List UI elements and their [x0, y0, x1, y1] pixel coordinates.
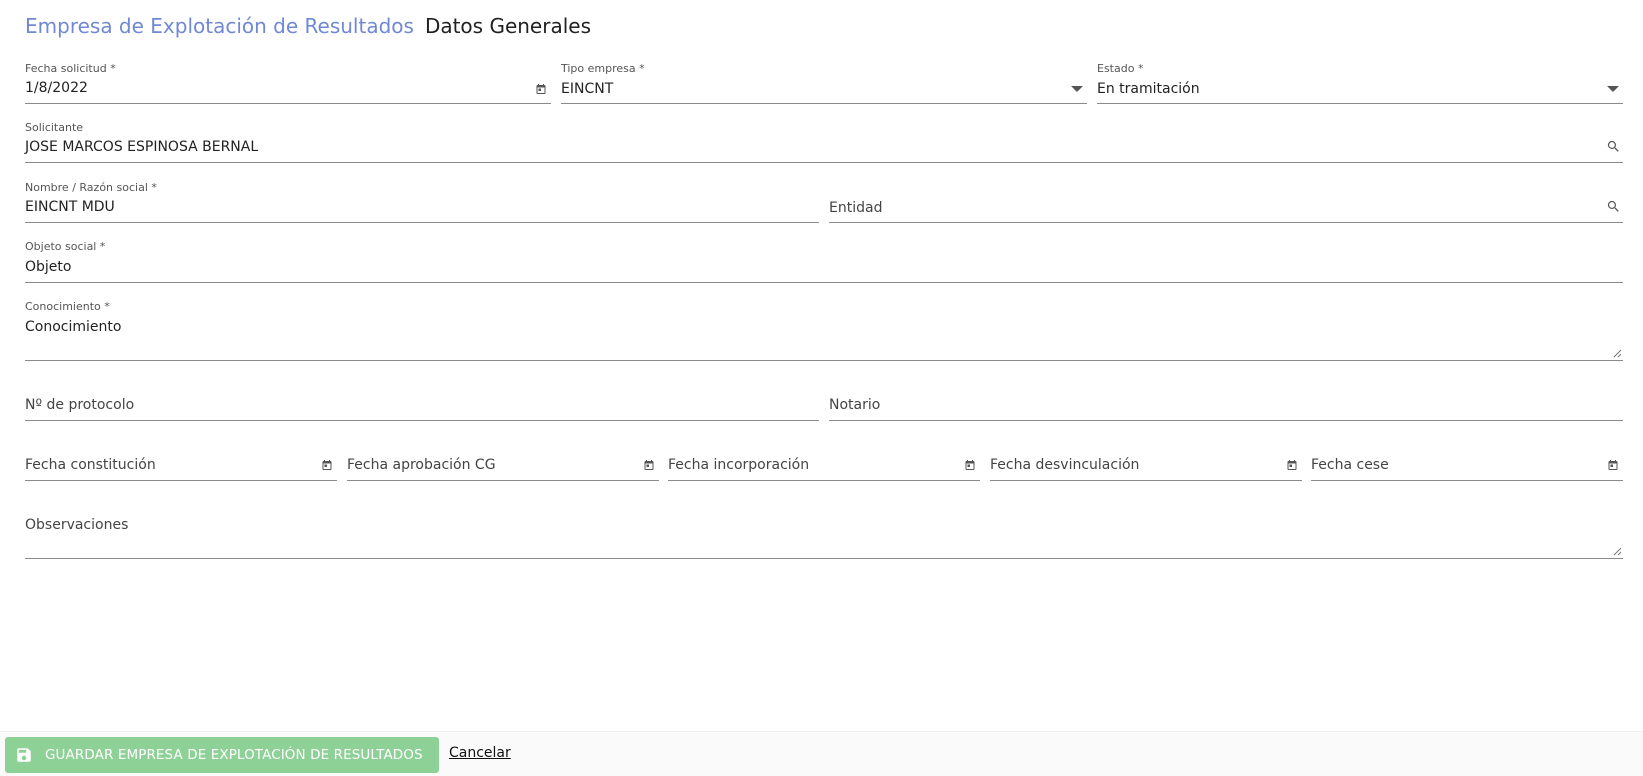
fecha-aprobacion-input[interactable]: Fecha aprobación CG — [347, 456, 496, 474]
nombre-input[interactable]: EINCNT MDU — [25, 198, 115, 216]
observaciones-textarea[interactable]: Observaciones — [25, 516, 128, 534]
objeto-social-label: Objeto social * — [25, 240, 106, 253]
objeto-social-field[interactable]: Objeto social * Objeto — [25, 238, 1623, 283]
fecha-incorporacion-input[interactable]: Fecha incorporación — [668, 456, 809, 474]
conocimiento-field[interactable]: Conocimiento * Conocimiento — [25, 298, 1623, 361]
objeto-social-input[interactable]: Objeto — [25, 258, 71, 276]
observaciones-field[interactable]: Observaciones — [25, 498, 1623, 559]
search-icon[interactable] — [1605, 198, 1621, 214]
estado-label: Estado * — [1097, 62, 1144, 75]
cancel-link[interactable]: Cancelar — [449, 745, 511, 761]
solicitante-input[interactable]: JOSE MARCOS ESPINOSA BERNAL — [25, 138, 258, 156]
calendar-icon[interactable] — [1284, 457, 1300, 473]
fecha-solicitud-input[interactable]: 1/8/2022 — [25, 79, 88, 97]
dropdown-arrow-icon[interactable] — [1069, 81, 1085, 97]
estado-field[interactable]: Estado * En tramitación — [1097, 60, 1623, 104]
notario-field[interactable]: Notario — [829, 378, 1623, 421]
solicitante-label: Solicitante — [25, 121, 84, 134]
fecha-desvinculacion-input[interactable]: Fecha desvinculación — [990, 456, 1139, 474]
save-button-label: GUARDAR EMPRESA DE EXPLOTACIÓN DE RESULT… — [45, 747, 423, 763]
conocimiento-textarea[interactable]: Conocimiento — [25, 318, 121, 336]
tipo-empresa-label: Tipo empresa * — [561, 62, 645, 75]
conocimiento-label: Conocimiento * — [25, 300, 110, 313]
protocolo-input[interactable]: Nº de protocolo — [25, 396, 134, 414]
nombre-field[interactable]: Nombre / Razón social * EINCNT MDU — [25, 179, 819, 223]
resize-handle-icon[interactable] — [1613, 547, 1622, 556]
page-title: Datos Generales — [424, 14, 591, 38]
calendar-icon[interactable] — [1605, 457, 1621, 473]
fecha-constitucion-input[interactable]: Fecha constitución — [25, 456, 156, 474]
fecha-cese-field[interactable]: Fecha cese — [1311, 438, 1623, 481]
fecha-desvinculacion-field[interactable]: Fecha desvinculación — [990, 438, 1302, 481]
notario-input[interactable]: Notario — [829, 396, 880, 414]
dropdown-arrow-icon[interactable] — [1605, 81, 1621, 97]
fecha-solicitud-field[interactable]: Fecha solicitud * 1/8/2022 — [25, 60, 551, 104]
tipo-empresa-select[interactable]: EINCNT — [561, 80, 613, 98]
fecha-aprobacion-field[interactable]: Fecha aprobación CG — [347, 438, 659, 481]
save-icon — [17, 748, 31, 762]
calendar-icon[interactable] — [962, 457, 978, 473]
section-title: Empresa de Explotación de Resultados — [25, 14, 414, 38]
fecha-solicitud-label: Fecha solicitud * — [25, 62, 116, 75]
entidad-field[interactable]: Entidad — [829, 179, 1623, 223]
protocolo-field[interactable]: Nº de protocolo — [25, 378, 819, 421]
search-icon[interactable] — [1605, 138, 1621, 154]
calendar-icon[interactable] — [641, 457, 657, 473]
estado-select[interactable]: En tramitación — [1097, 80, 1200, 98]
solicitante-field[interactable]: Solicitante JOSE MARCOS ESPINOSA BERNAL — [25, 119, 1623, 163]
tipo-empresa-field[interactable]: Tipo empresa * EINCNT — [561, 60, 1087, 104]
resize-handle-icon[interactable] — [1613, 349, 1622, 358]
fecha-cese-input[interactable]: Fecha cese — [1311, 456, 1389, 474]
save-button[interactable]: GUARDAR EMPRESA DE EXPLOTACIÓN DE RESULT… — [5, 737, 439, 773]
page-header: Empresa de Explotación de Resultados Dat… — [25, 14, 591, 44]
nombre-label: Nombre / Razón social * — [25, 181, 157, 194]
calendar-icon[interactable] — [319, 457, 335, 473]
fecha-constitucion-field[interactable]: Fecha constitución — [25, 438, 337, 481]
fecha-incorporacion-field[interactable]: Fecha incorporación — [668, 438, 980, 481]
entidad-input[interactable]: Entidad — [829, 199, 882, 217]
calendar-icon[interactable] — [533, 81, 549, 97]
